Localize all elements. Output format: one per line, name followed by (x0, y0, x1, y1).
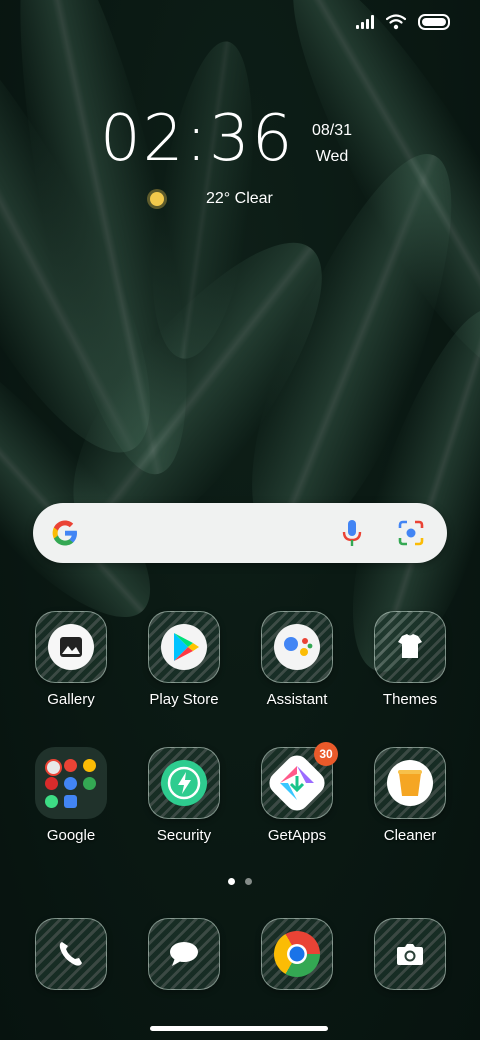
assistant-icon (274, 624, 320, 670)
dock-camera[interactable] (355, 918, 465, 990)
themes-icon (387, 624, 433, 670)
google-search-bar[interactable] (33, 503, 447, 563)
phone-icon (48, 931, 94, 977)
clock-time[interactable]: 02:36 (100, 102, 294, 176)
sun-icon (150, 192, 164, 206)
app-label: GetApps (267, 827, 327, 844)
gallery-icon (48, 624, 94, 670)
mic-icon[interactable] (339, 519, 365, 547)
cleaner-icon (387, 760, 433, 806)
notification-badge: 30 (314, 742, 338, 766)
lens-icon[interactable] (397, 520, 425, 546)
page-indicator (228, 878, 252, 885)
day-text: Wed (315, 148, 349, 165)
app-getapps[interactable]: 30 GetApps (242, 742, 352, 844)
chrome-icon (274, 931, 320, 977)
app-cleaner[interactable]: Cleaner (355, 747, 465, 844)
weather-widget[interactable]: 22° Clear (150, 190, 273, 208)
status-bar (356, 14, 450, 30)
security-icon (161, 760, 207, 806)
clock-date[interactable]: 08/31 Wed (312, 118, 352, 170)
messages-icon (161, 931, 207, 977)
google-folder-icon (35, 747, 107, 819)
dock-chrome[interactable] (242, 918, 352, 990)
app-label: Security (156, 827, 212, 844)
app-gallery[interactable]: Gallery (16, 611, 126, 708)
app-assistant[interactable]: Assistant (242, 611, 352, 708)
app-label: Cleaner (383, 827, 437, 844)
weather-text: 22° Clear (206, 190, 273, 207)
battery-icon (418, 14, 450, 30)
app-label: Play Store (149, 691, 219, 708)
wifi-icon (386, 14, 406, 30)
dock-messages[interactable] (129, 918, 239, 990)
google-logo-icon (50, 518, 80, 556)
date-text: 08/31 (312, 122, 353, 139)
signal-icon (356, 15, 374, 29)
dock-phone[interactable] (16, 918, 126, 990)
app-label: Gallery (47, 691, 95, 708)
play-store-icon (161, 624, 207, 670)
home-gesture-bar[interactable] (150, 1026, 328, 1031)
app-themes[interactable]: Themes (355, 611, 465, 708)
app-label: Google (46, 827, 96, 844)
app-play-store[interactable]: Play Store (129, 611, 239, 708)
page-dot-active (228, 878, 235, 885)
app-label: Assistant (266, 691, 328, 708)
app-security[interactable]: Security (129, 747, 239, 844)
app-label: Themes (382, 691, 438, 708)
camera-icon (387, 931, 433, 977)
folder-google[interactable]: Google (16, 747, 126, 844)
page-dot (245, 878, 252, 885)
